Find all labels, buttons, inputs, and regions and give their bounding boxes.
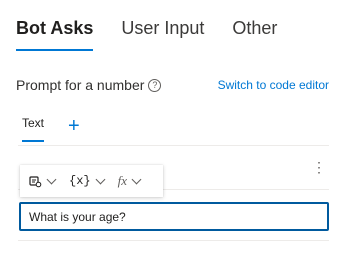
editor-toolbar: {x} fx: [20, 165, 163, 197]
prompt-row: Prompt for a number ? Switch to code edi…: [16, 77, 329, 93]
variable-icon: {x}: [69, 174, 91, 188]
insert-template-button[interactable]: [28, 174, 57, 188]
tab-bar: Bot Asks User Input Other: [16, 18, 305, 51]
help-icon[interactable]: ?: [148, 78, 162, 92]
prompt-text-input[interactable]: What is your age?: [19, 202, 329, 231]
prompt-label-text: Prompt for a number: [16, 77, 145, 93]
insert-template-icon: [29, 176, 42, 188]
more-options-icon[interactable]: ⋮: [312, 160, 326, 174]
tab-other[interactable]: Other: [232, 18, 277, 47]
divider: [18, 145, 329, 146]
insert-function-button[interactable]: fx: [117, 173, 142, 189]
insert-variable-button[interactable]: {x}: [69, 174, 106, 188]
chevron-down-icon: [95, 174, 106, 184]
tab-text[interactable]: Text: [22, 116, 45, 142]
divider: [18, 240, 329, 241]
tab-user-input[interactable]: User Input: [121, 18, 204, 47]
switch-to-code-editor-link[interactable]: Switch to code editor: [218, 78, 329, 92]
response-variant-tabs: Text +: [22, 116, 80, 142]
prompt-label: Prompt for a number ?: [16, 77, 162, 93]
add-variant-icon[interactable]: +: [68, 116, 80, 136]
prompt-text-value: What is your age?: [29, 209, 126, 224]
tab-bot-asks[interactable]: Bot Asks: [16, 18, 94, 51]
chevron-down-icon: [46, 174, 57, 184]
chevron-down-icon: [131, 174, 142, 184]
function-icon: fx: [117, 173, 127, 188]
